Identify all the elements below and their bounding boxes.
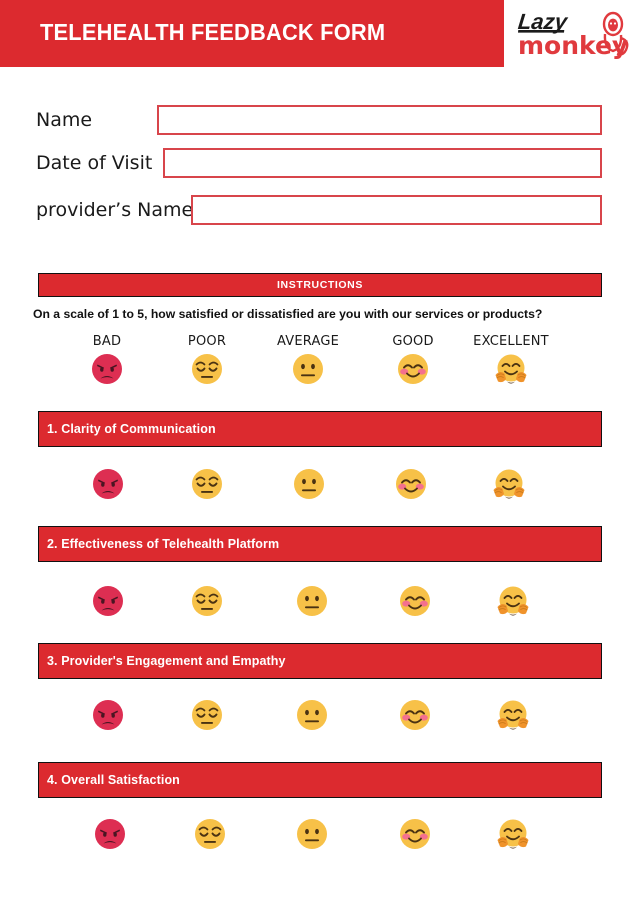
rating-option-4-average[interactable] — [282, 818, 342, 850]
brand-logo: Lazy monkey — [516, 4, 632, 62]
scale-icon-excellent — [456, 353, 566, 387]
field-label-date-of-visit: Date of Visit — [36, 152, 153, 174]
hugging-face-emoji[interactable] — [492, 468, 526, 502]
scale-icon-bad — [52, 353, 162, 385]
instructions-banner-label: INSTRUCTIONS — [277, 279, 363, 291]
hugging-face-emoji[interactable] — [496, 585, 530, 619]
question-label-2: 2. Effectiveness of Telehealth Platform — [47, 537, 280, 551]
field-name: Name — [36, 105, 602, 135]
scale-label-good: GOOD — [392, 334, 434, 349]
question-label-4: 4. Overall Satisfaction — [47, 773, 180, 787]
smiling-face-with-smiling-eyes-emoji — [398, 354, 428, 384]
scale-option-excellent: EXCELLENT — [456, 334, 566, 387]
rating-option-2-bad[interactable] — [78, 585, 138, 617]
rating-option-1-excellent[interactable] — [479, 468, 539, 502]
rating-option-1-good[interactable] — [381, 468, 441, 500]
scale-label-bad: BAD — [92, 334, 122, 349]
field-date-of-visit: Date of Visit — [36, 148, 602, 178]
scale-option-poor: POOR — [152, 334, 262, 385]
name-input[interactable] — [157, 105, 602, 135]
angry-face-emoji[interactable] — [94, 818, 126, 850]
rating-option-2-good[interactable] — [385, 585, 445, 617]
rating-option-4-bad[interactable] — [80, 818, 140, 850]
scale-label-poor: POOR — [187, 334, 227, 349]
rating-row-3 — [0, 699, 640, 743]
scale-option-bad: BAD — [52, 334, 162, 385]
field-provider-name: provider’s Name — [36, 195, 602, 225]
rating-option-3-poor[interactable] — [177, 699, 237, 731]
angry-face-emoji[interactable] — [92, 585, 124, 617]
neutral-face-emoji[interactable] — [296, 585, 328, 617]
rating-option-3-bad[interactable] — [78, 699, 138, 731]
angry-face-emoji — [92, 354, 122, 384]
question-bar-4: 4. Overall Satisfaction — [38, 762, 602, 798]
rating-row-2 — [0, 585, 640, 629]
question-bar-3: 3. Provider's Engagement and Empathy — [38, 643, 602, 679]
page-title: TELEHEALTH FEEDBACK FORM — [40, 19, 386, 45]
hugging-face-emoji — [495, 354, 527, 384]
neutral-face-emoji — [293, 354, 323, 384]
rating-option-2-average[interactable] — [282, 585, 342, 617]
pensive-face-emoji[interactable] — [191, 699, 223, 731]
scale-icon-average — [253, 353, 363, 385]
angry-face-emoji[interactable] — [92, 468, 124, 500]
rating-option-4-excellent[interactable] — [483, 818, 543, 852]
smiling-face-with-smiling-eyes-emoji[interactable] — [399, 699, 431, 731]
scale-option-average: AVERAGE — [253, 334, 363, 385]
question-bar-2: 2. Effectiveness of Telehealth Platform — [38, 526, 602, 562]
question-label-3: 3. Provider's Engagement and Empathy — [47, 654, 286, 668]
scale-label-excellent: EXCELLENT — [473, 334, 549, 349]
neutral-face-emoji[interactable] — [296, 699, 328, 731]
smiling-face-with-smiling-eyes-emoji[interactable] — [399, 585, 431, 617]
rating-option-3-average[interactable] — [282, 699, 342, 731]
pensive-face-emoji[interactable] — [191, 585, 223, 617]
question-label-1: 1. Clarity of Communication — [47, 422, 216, 436]
neutral-face-emoji[interactable] — [293, 468, 325, 500]
pensive-face-emoji[interactable] — [191, 468, 223, 500]
pensive-face-emoji — [192, 354, 222, 384]
date-of-visit-input[interactable] — [163, 148, 602, 178]
hugging-face-emoji[interactable] — [496, 699, 530, 733]
neutral-face-emoji[interactable] — [296, 818, 328, 850]
angry-face-emoji[interactable] — [92, 699, 124, 731]
instructions-question: On a scale of 1 to 5, how satisfied or d… — [33, 307, 543, 321]
rating-option-2-poor[interactable] — [177, 585, 237, 617]
form-page: TELEHEALTH FEEDBACK FORM Lazy monkey Nam… — [0, 0, 640, 906]
rating-option-4-poor[interactable] — [180, 818, 240, 850]
rating-row-1 — [0, 468, 640, 512]
lazy-monkey-logo-icon: Lazy monkey — [517, 9, 629, 60]
rating-option-1-bad[interactable] — [78, 468, 138, 500]
smiling-face-with-smiling-eyes-emoji[interactable] — [395, 468, 427, 500]
rating-row-4 — [0, 818, 640, 862]
hugging-face-emoji[interactable] — [496, 818, 530, 852]
scale-label-average: AVERAGE — [276, 334, 340, 349]
pensive-face-emoji[interactable] — [194, 818, 226, 850]
rating-scale-header: BAD POOR AVERAGE GOOD EXCELLENT — [0, 334, 640, 396]
scale-icon-good — [358, 353, 468, 385]
scale-option-good: GOOD — [358, 334, 468, 385]
instructions-banner: INSTRUCTIONS — [38, 273, 602, 297]
rating-option-1-average[interactable] — [279, 468, 339, 500]
rating-option-3-good[interactable] — [385, 699, 445, 731]
field-label-name: Name — [36, 109, 93, 131]
question-bar-1: 1. Clarity of Communication — [38, 411, 602, 447]
rating-option-4-good[interactable] — [385, 818, 445, 850]
field-label-provider-name: provider’s Name — [36, 199, 194, 221]
rating-option-2-excellent[interactable] — [483, 585, 543, 619]
rating-option-1-poor[interactable] — [177, 468, 237, 500]
provider-name-input[interactable] — [191, 195, 602, 225]
scale-icon-poor — [152, 353, 262, 385]
smiling-face-with-smiling-eyes-emoji[interactable] — [399, 818, 431, 850]
rating-option-3-excellent[interactable] — [483, 699, 543, 733]
